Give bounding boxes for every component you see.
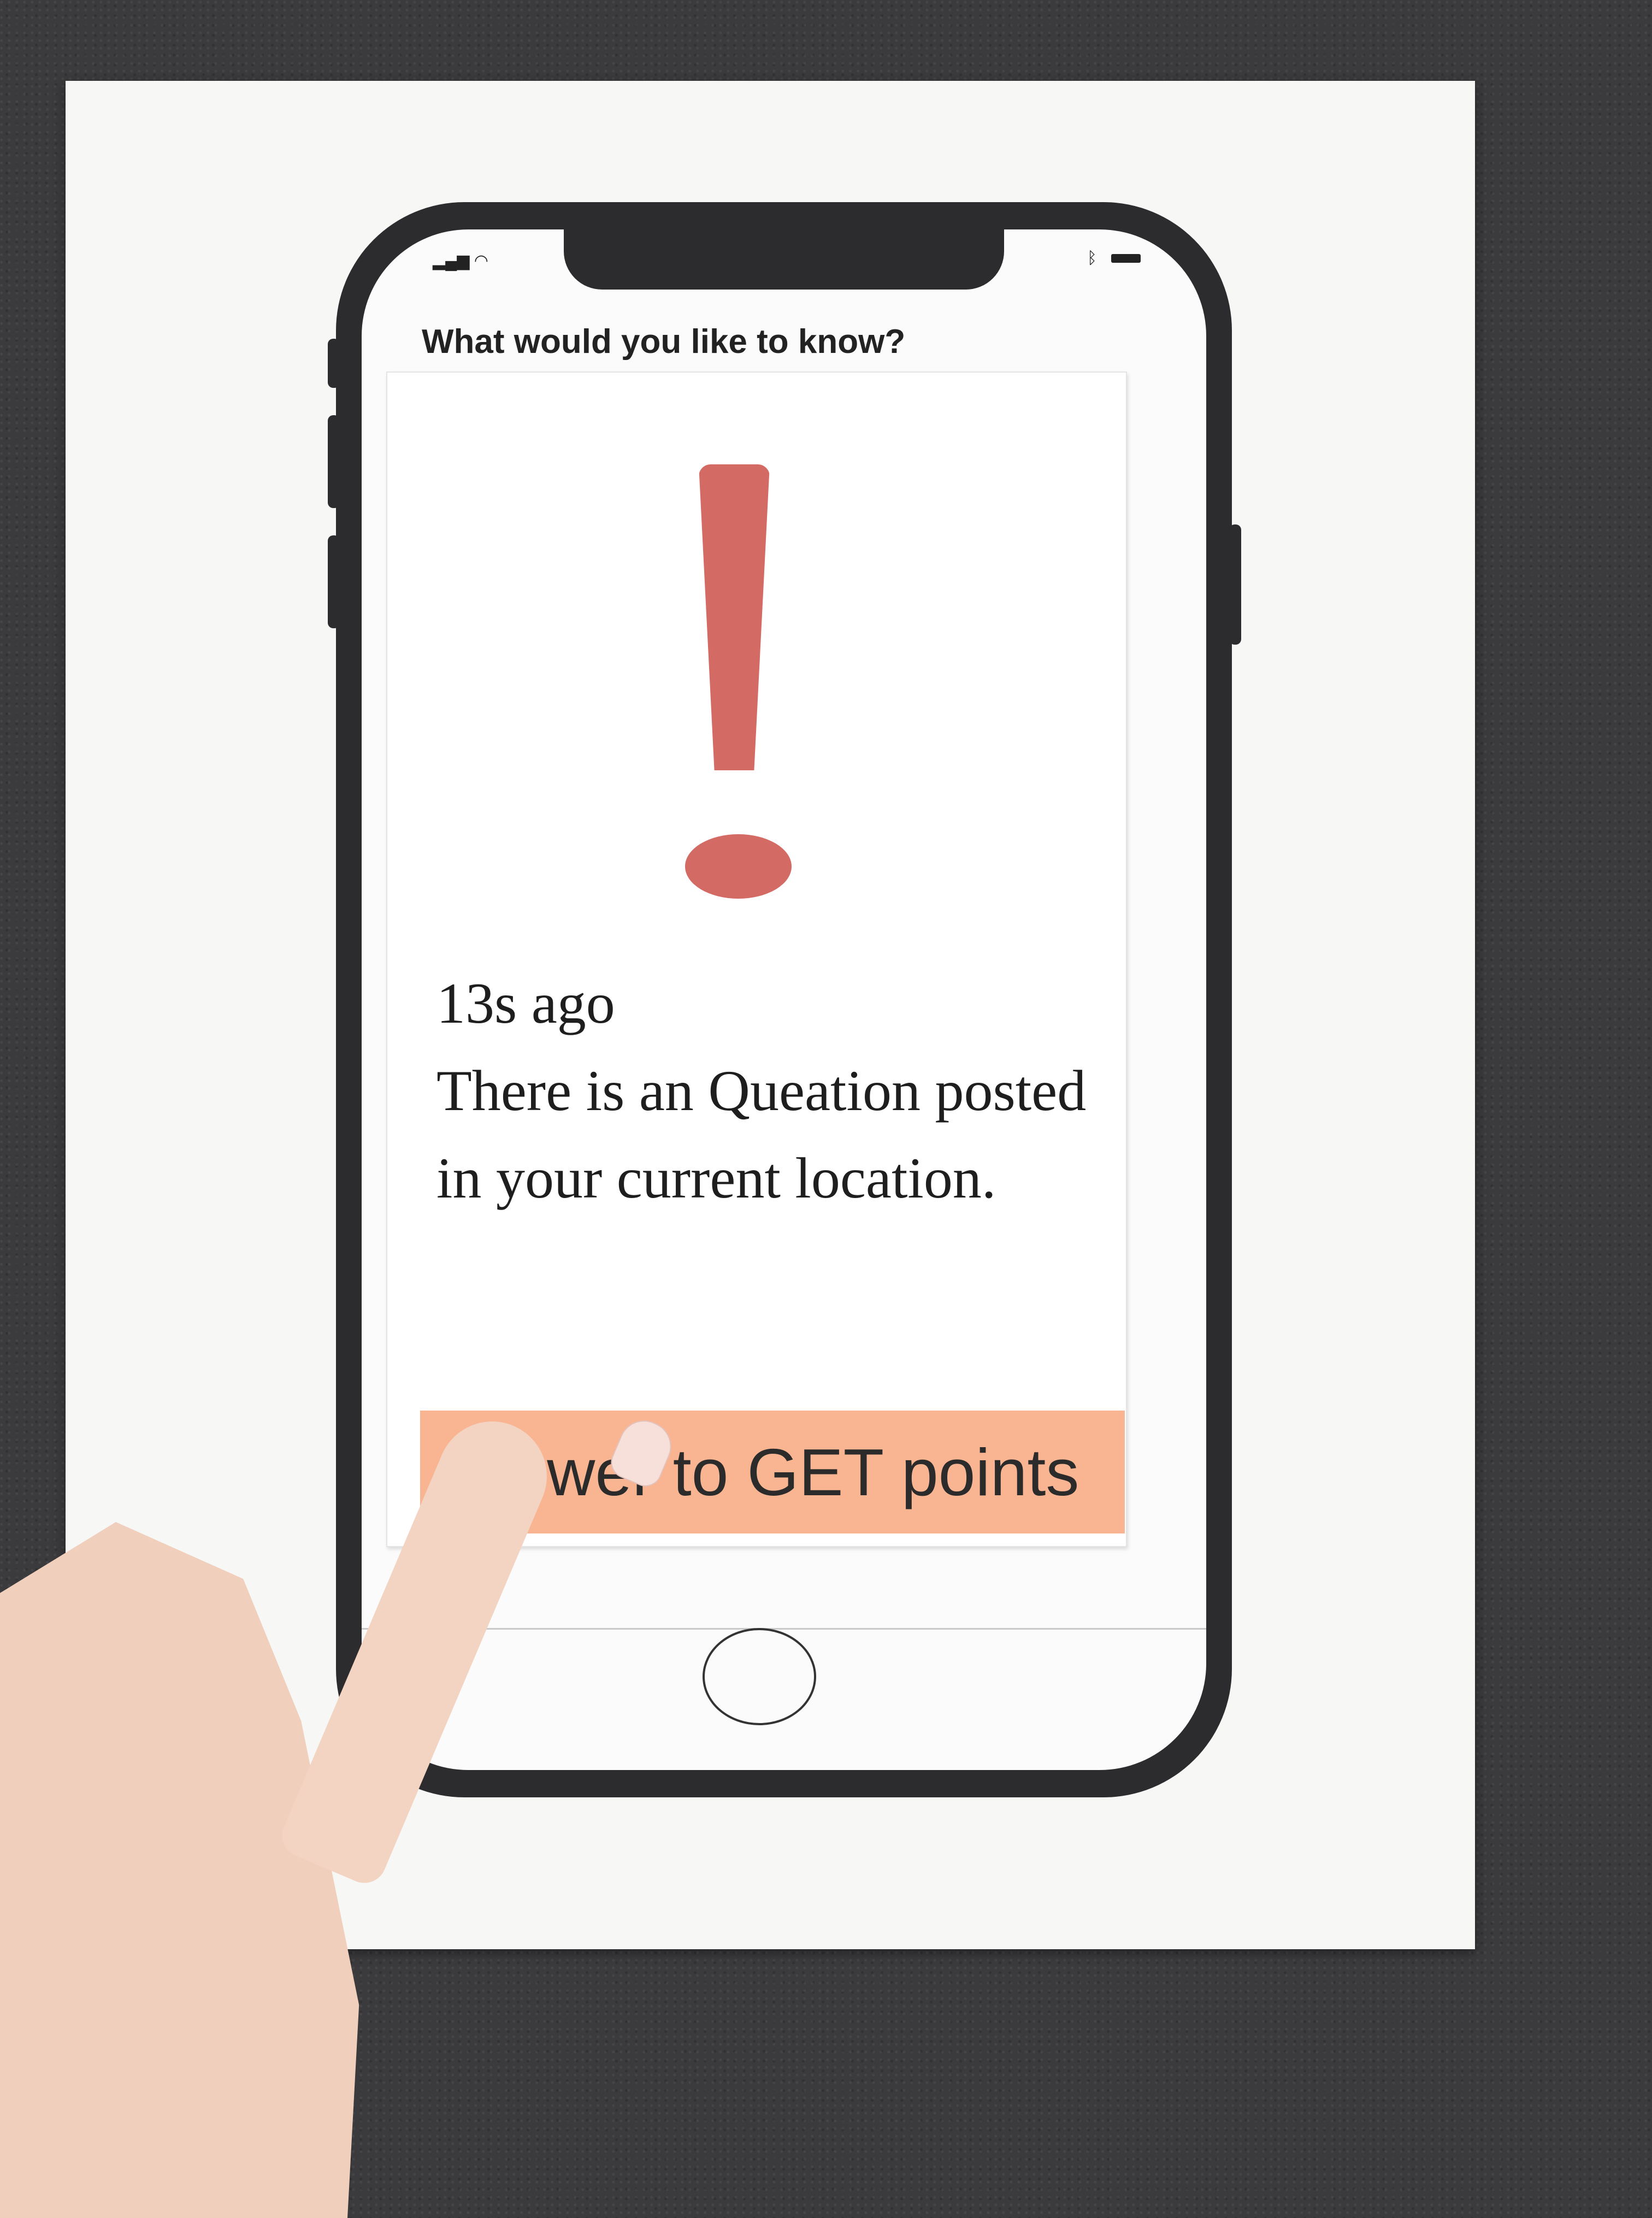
home-button-icon[interactable] bbox=[703, 1628, 816, 1725]
notification-time: 13s ago bbox=[436, 971, 615, 1035]
volume-button bbox=[328, 415, 340, 508]
status-bar-left: ▂▄▆ ◠ bbox=[433, 251, 488, 270]
bluetooth-icon: ᛒ bbox=[1087, 249, 1097, 267]
notification-card: 13s ago There is an Queation posted in y… bbox=[386, 371, 1127, 1547]
screen-divider bbox=[362, 1628, 1206, 1630]
volume-button bbox=[328, 339, 340, 388]
wifi-icon: ◠ bbox=[474, 252, 488, 270]
signal-bars-icon: ▂▄▆ bbox=[433, 252, 470, 270]
status-bar-right: ᛒ bbox=[1087, 249, 1141, 268]
volume-button bbox=[328, 535, 340, 628]
exclamation-dot bbox=[685, 834, 792, 899]
notification-message: There is an Queation posted in your curr… bbox=[436, 1059, 1087, 1210]
phone-notch bbox=[564, 229, 1004, 290]
power-button bbox=[1229, 524, 1241, 645]
notification-text: 13s ago There is an Queation posted in y… bbox=[436, 960, 1092, 1222]
battery-icon bbox=[1111, 254, 1141, 263]
page-title: What would you like to know? bbox=[422, 323, 906, 361]
exclamation-icon bbox=[699, 464, 770, 770]
